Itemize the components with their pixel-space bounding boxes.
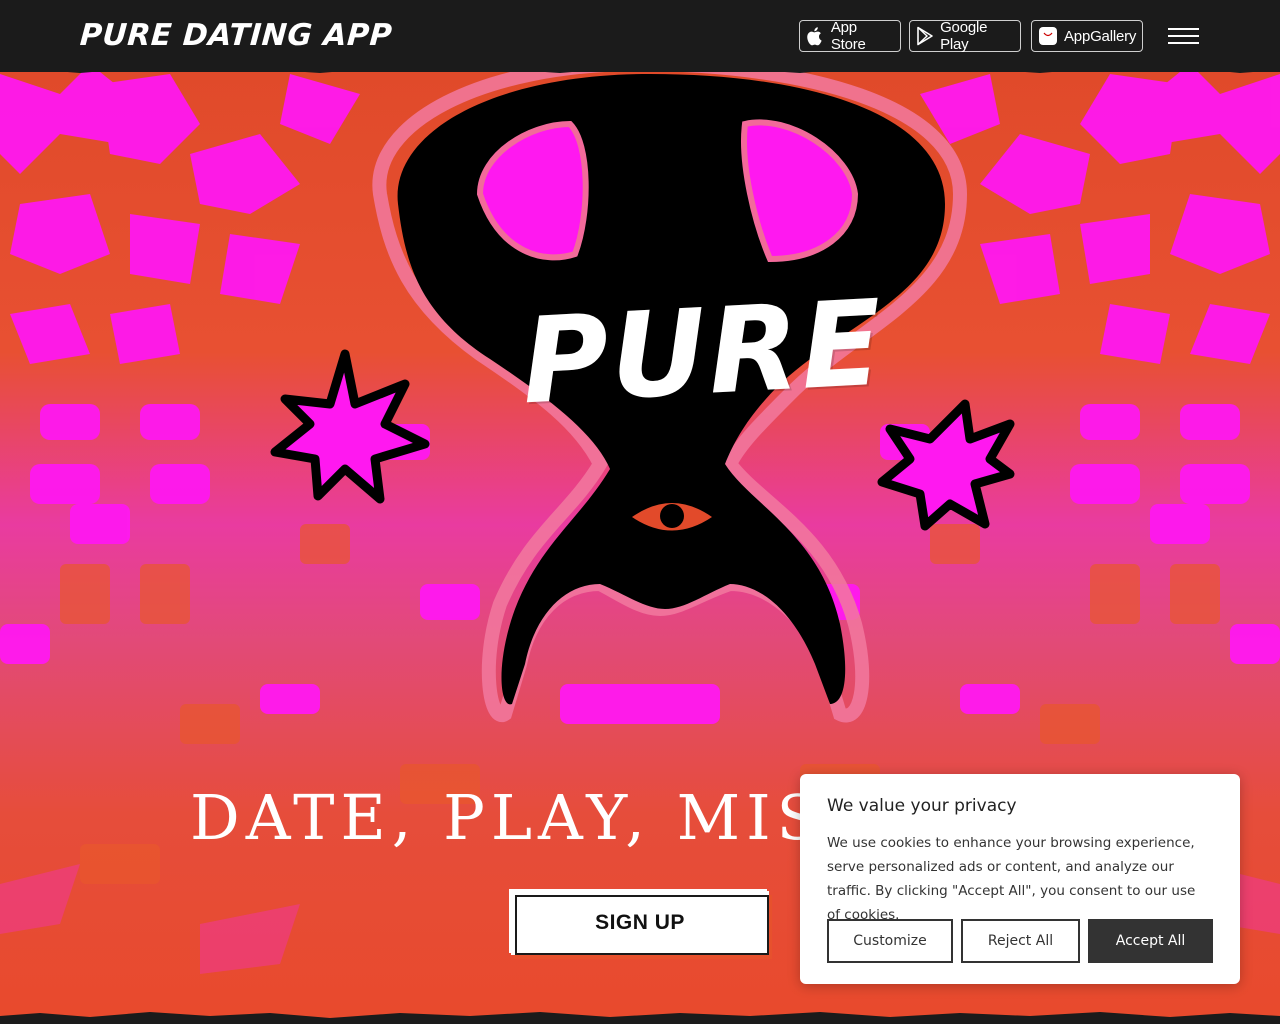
site-header: PURE DATING APP App Store Google Play Ap…	[0, 0, 1280, 72]
appgallery-icon	[1038, 26, 1058, 46]
google-play-icon	[916, 26, 934, 46]
google-play-button[interactable]: Google Play	[909, 19, 1021, 53]
cookie-text: We use cookies to enhance your browsing …	[827, 835, 1196, 923]
accept-all-button[interactable]: Accept All	[1088, 919, 1213, 963]
sign-up-button[interactable]: SIGN UP	[511, 891, 769, 955]
customize-button[interactable]: Customize	[827, 919, 953, 963]
appgallery-label: AppGallery	[1064, 27, 1137, 45]
reject-all-button[interactable]: Reject All	[961, 919, 1080, 963]
app-store-button[interactable]: App Store	[799, 19, 901, 53]
hero-tagline: DATE, PLAY, MISE	[190, 781, 877, 854]
appgallery-button[interactable]: AppGallery	[1031, 20, 1143, 52]
pure-logo-text: PURE	[518, 273, 888, 431]
torn-edge-bottom	[0, 1012, 1280, 1024]
google-play-label: Google Play	[940, 19, 988, 53]
cookie-consent-dialog: We value your privacy We use cookies to …	[800, 774, 1240, 984]
cookie-title: We value your privacy	[827, 796, 1017, 816]
brand-logo[interactable]: PURE DATING APP	[78, 14, 394, 58]
hamburger-menu-icon[interactable]	[1168, 26, 1199, 46]
apple-icon	[806, 26, 825, 46]
app-store-label: App Store	[830, 19, 866, 53]
star-right-icon	[877, 399, 1015, 531]
